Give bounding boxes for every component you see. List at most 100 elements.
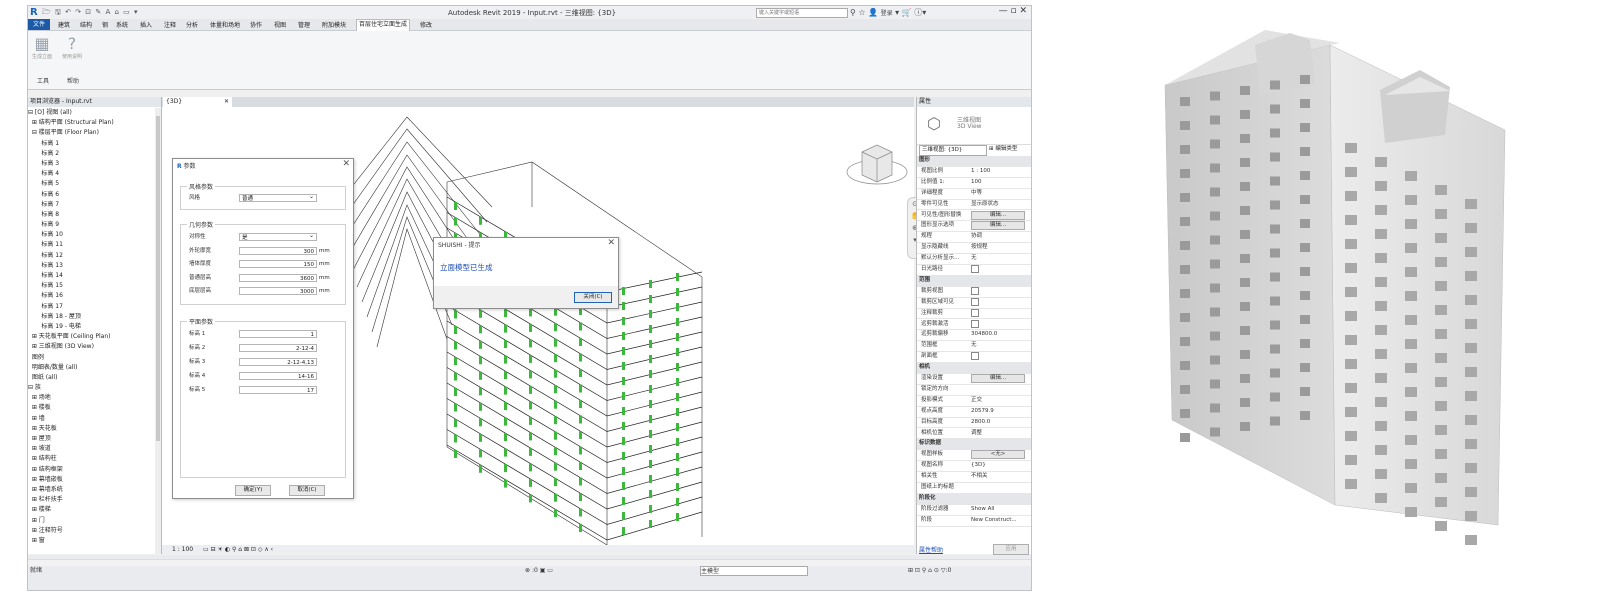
tab-collaborate[interactable]: 协作 (250, 20, 262, 29)
cancel-button[interactable]: 取消(C) (289, 485, 325, 496)
infocenter-icons[interactable]: ⚲ ☆ 👤 登录 ▾ 🛒 ⓘ▾ (850, 7, 926, 18)
properties-help-link[interactable]: 属性帮助 (919, 545, 943, 554)
property-edit-button[interactable]: 编辑... (971, 221, 1025, 231)
tab-addins[interactable]: 附加模块 (322, 20, 346, 29)
tab-structure[interactable]: 结构 (80, 20, 92, 29)
view-control-icons[interactable]: ▭ ⊟ ☀ ◐ ⚲ ⌂ ⊠ ⊡ ◇ ∧ ‹ (203, 546, 273, 553)
browser-tree-item[interactable]: ⊞ 结构框架 (28, 465, 154, 475)
property-value[interactable]: Show All (971, 505, 1029, 515)
property-value[interactable]: 无 (971, 254, 1029, 264)
property-row[interactable]: 目标高度 2800.0 (917, 418, 1031, 429)
browser-tree-item[interactable]: ⊟ [O] 视图 (all) (28, 108, 154, 118)
browser-tree-item[interactable]: ⊟ 楼层平面 (Floor Plan) (28, 128, 154, 138)
browser-tree-item[interactable]: ⊞ 楼板 (28, 403, 154, 413)
property-row[interactable]: 规程 协调 (917, 232, 1031, 244)
tab-3d-view[interactable]: {3D} ✕ (163, 97, 232, 107)
property-edit-button[interactable]: 编辑... (971, 374, 1025, 383)
browser-tree-item[interactable]: 标高 18 - 屋顶 (28, 312, 154, 322)
close-icon[interactable]: ✕ (607, 238, 615, 248)
browser-tree-item[interactable]: ⊞ 窗 (28, 536, 154, 546)
browser-tree-item[interactable]: ⊞ 幕墙系统 (28, 485, 154, 495)
property-value[interactable] (971, 297, 1029, 308)
property-category[interactable]: 标识数据 (917, 439, 1031, 451)
property-value[interactable]: 编辑... (971, 221, 1029, 231)
property-value[interactable]: 显示原状态 (971, 200, 1029, 210)
plan-param-field[interactable]: 14-16 (239, 372, 317, 380)
tab-modify[interactable]: 修改 (420, 20, 432, 29)
tab-manage[interactable]: 管理 (298, 20, 310, 29)
view-scale[interactable]: 1 : 100 (172, 546, 193, 553)
tab-steel[interactable]: 钢 (102, 20, 108, 29)
property-value[interactable]: 协调 (971, 232, 1029, 242)
property-row[interactable]: 视图比例 1 : 100 (917, 167, 1031, 178)
property-value[interactable]: 304800.0 (971, 330, 1029, 340)
property-value[interactable]: 调整 (971, 429, 1029, 439)
property-value[interactable]: 无 (971, 341, 1029, 351)
property-row[interactable]: 锁定的方向 (917, 385, 1031, 396)
tab-view[interactable]: 视图 (274, 20, 286, 29)
style-select[interactable]: 普通 (239, 193, 317, 202)
tab-facade-generator[interactable]: 百层住宅立面生成 (356, 19, 411, 31)
property-row[interactable]: 远剪裁偏移 304800.0 (917, 330, 1031, 342)
property-row[interactable]: 视点高度 20579.9 (917, 407, 1031, 418)
property-edit-button[interactable]: 编辑... (971, 210, 1025, 220)
browser-tree-item[interactable]: 标高 9 (28, 220, 154, 230)
browser-tree-item[interactable]: ⊞ 幕墙嵌板 (28, 475, 154, 485)
property-value[interactable]: 1 : 100 (971, 167, 1029, 177)
plan-param-field[interactable]: 1 (239, 330, 317, 338)
property-row[interactable]: 默认分析显示... 无 (917, 254, 1031, 265)
property-row[interactable]: 日光路径 (917, 265, 1031, 276)
instance-filter-select[interactable]: 三维视图: {3D} (919, 145, 987, 156)
browser-tree-item[interactable]: ⊞ 栏杆扶手 (28, 495, 154, 505)
user-login[interactable]: 登录 (881, 10, 893, 17)
property-row[interactable]: 相机位置 调整 (917, 429, 1031, 440)
property-value[interactable]: {3D} (971, 461, 1029, 471)
browser-tree-item[interactable]: 标高 7 (28, 200, 154, 210)
browser-tree-item[interactable]: 标高 5 (28, 179, 154, 189)
property-value[interactable]: <无> (971, 450, 1029, 460)
browser-tree-item[interactable]: 标高 19 - 电梯 (28, 322, 154, 332)
generate-facade-button[interactable]: ▦ 生成立面 (30, 35, 54, 61)
property-row[interactable]: 图形显示选项 编辑... (917, 221, 1031, 233)
browser-tree-item[interactable]: ⊞ 三维视图 (3D View) (28, 342, 154, 352)
property-category[interactable]: 范围 (917, 275, 1031, 287)
help-button[interactable]: ? 使用说明 (60, 35, 84, 61)
type-selector[interactable]: ⬡ 三维视图 3D View (917, 108, 1031, 145)
browser-tree-item[interactable]: ⊞ 注释符号 (28, 526, 154, 536)
browser-tree-item[interactable]: ⊞ 天花板平面 (Ceiling Plan) (28, 332, 154, 342)
browser-scrollbar[interactable] (155, 108, 161, 554)
property-value[interactable] (971, 265, 1029, 275)
close-icon[interactable]: ✕ (342, 159, 350, 169)
browser-tree-item[interactable]: ⊞ 坡道 (28, 444, 154, 454)
browser-tree-item[interactable]: ⊞ 屋顶 (28, 434, 154, 444)
property-value[interactable] (971, 319, 1029, 330)
property-value[interactable]: 正交 (971, 396, 1029, 406)
tab-massing[interactable]: 体量和场地 (210, 20, 240, 29)
property-row[interactable]: 渲染设置 编辑... (917, 374, 1031, 385)
browser-tree-item[interactable]: 标高 17 (28, 302, 154, 312)
browser-tree-item[interactable]: 标高 6 (28, 190, 154, 200)
workset-select[interactable]: 主模型 (700, 566, 808, 576)
property-checkbox[interactable] (971, 308, 979, 317)
browser-tree-item[interactable]: ⊞ 门 (28, 516, 154, 526)
browser-tree-item[interactable]: 标高 13 (28, 261, 154, 271)
browser-tree-item[interactable]: 图纸 (all) (28, 373, 154, 383)
tab-annotate[interactable]: 注释 (164, 20, 176, 29)
browser-tree-item[interactable]: 标高 2 (28, 149, 154, 159)
property-value[interactable]: 编辑... (971, 374, 1029, 384)
property-row[interactable]: 视图名称 {3D} (917, 461, 1031, 473)
ok-button[interactable]: 确定(Y) (235, 485, 271, 496)
browser-tree-item[interactable]: ⊞ 结构平面 (Structural Plan) (28, 118, 154, 128)
edit-type-button[interactable]: ⊞ 编辑类型 (989, 145, 1029, 154)
geometry-param-field[interactable]: 150 (239, 260, 317, 268)
property-value[interactable]: 中等 (971, 189, 1029, 199)
horizontal-scrollbar[interactable] (28, 559, 1031, 566)
browser-tree-item[interactable]: 标高 16 (28, 291, 154, 301)
property-row[interactable]: 比例值 1: 100 (917, 178, 1031, 189)
tab-analyze[interactable]: 分析 (186, 20, 198, 29)
quick-access-toolbar[interactable]: 🗁 🖫 ↶ ↷ ⊡ ✎ A ⌂ ▭ ▾ (42, 8, 139, 19)
window-controls[interactable]: — ▫ ✕ (999, 6, 1027, 16)
browser-tree-item[interactable]: 标高 8 (28, 210, 154, 220)
geometry-param-field[interactable]: 300 (239, 246, 317, 255)
browser-tree-item[interactable]: 图例 (28, 353, 154, 363)
